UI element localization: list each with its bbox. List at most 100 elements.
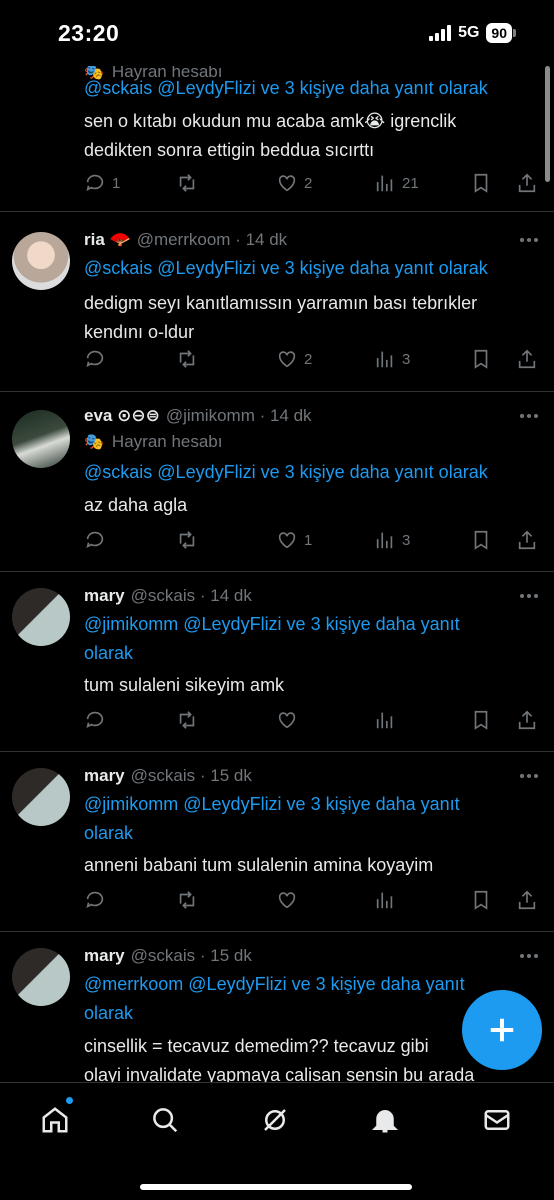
reply-button[interactable] xyxy=(84,889,106,911)
reply-button[interactable] xyxy=(84,529,106,551)
post-time: 14 dk xyxy=(210,586,252,605)
nav-home[interactable] xyxy=(38,1097,73,1137)
share-icon xyxy=(518,710,536,730)
author-handle[interactable]: @sckais xyxy=(131,766,196,786)
retweet-button[interactable] xyxy=(176,529,198,551)
author-name[interactable]: mary xyxy=(84,766,125,786)
nav-search[interactable] xyxy=(148,1103,182,1137)
like-button[interactable]: 2 xyxy=(276,172,312,194)
post-header: mary @sckais · 15 dk xyxy=(84,766,252,786)
nav-grok[interactable] xyxy=(258,1103,292,1137)
like-button[interactable]: 2 xyxy=(276,348,312,370)
more-options-button[interactable] xyxy=(520,414,538,418)
reply-post[interactable]: mary @sckais · 15 dk @jimikomm @LeydyFli… xyxy=(0,752,554,932)
bookmark-icon xyxy=(474,710,488,730)
scrollbar[interactable] xyxy=(545,66,550,182)
grok-icon xyxy=(264,1109,286,1131)
avatar[interactable] xyxy=(12,588,70,646)
reply-button[interactable] xyxy=(84,348,106,370)
nav-messages[interactable] xyxy=(480,1103,514,1137)
bookmark-button[interactable] xyxy=(470,172,492,194)
author-handle[interactable]: @merrkoom xyxy=(137,230,231,250)
share-icon xyxy=(518,349,536,369)
author-name[interactable]: mary xyxy=(84,946,125,966)
reply-button[interactable]: 1 xyxy=(84,172,120,194)
post-actions xyxy=(84,706,544,734)
post-time: 15 dk xyxy=(210,766,252,785)
reply-post[interactable]: mary @sckais · 14 dk @jimikomm @LeydyFli… xyxy=(0,572,554,752)
battery-level: 90 xyxy=(486,23,512,43)
like-button[interactable] xyxy=(276,709,298,731)
retweet-icon xyxy=(179,531,195,549)
replying-to[interactable]: @sckais @LeydyFlizi ve 3 kişiye daha yan… xyxy=(84,458,530,487)
post-header: eva ⊙⊖⊜ @jimikomm · 14 dk xyxy=(84,406,312,426)
reply-button[interactable] xyxy=(84,709,106,731)
avatar[interactable] xyxy=(12,232,70,290)
views-button[interactable]: 21 xyxy=(374,172,419,194)
timeline-feed[interactable]: 🎭 Hayran hesabı @sckais @LeydyFlizi ve 3… xyxy=(0,0,554,1082)
post-header: mary @sckais · 14 dk xyxy=(84,586,252,606)
replying-to[interactable]: @jimikomm @LeydyFlizi ve 3 kişiye daha y… xyxy=(84,610,530,668)
replying-to[interactable]: @sckais @LeydyFlizi ve 3 kişiye daha yan… xyxy=(84,74,530,103)
share-button[interactable] xyxy=(516,889,538,911)
bottom-navigation xyxy=(0,1082,554,1200)
bookmark-button[interactable] xyxy=(470,529,492,551)
views-button[interactable]: 3 xyxy=(374,529,410,551)
reply-icon xyxy=(86,174,104,191)
post-time: 15 dk xyxy=(210,946,252,965)
nav-notifications[interactable] xyxy=(368,1103,402,1137)
avatar[interactable] xyxy=(12,768,70,826)
share-button[interactable] xyxy=(516,529,538,551)
retweet-button[interactable] xyxy=(176,172,198,194)
retweet-icon xyxy=(179,350,195,368)
replying-to[interactable]: @sckais @LeydyFlizi ve 3 kişiye daha yan… xyxy=(84,254,530,283)
post-actions: 1 3 xyxy=(84,526,544,554)
reply-post[interactable]: ria 🪭 @merrkoom · 14 dk @sckais @LeydyFl… xyxy=(0,212,554,392)
avatar[interactable] xyxy=(12,410,70,468)
fan-account-label: 🎭 Hayran hesabı xyxy=(84,432,223,451)
views-icon xyxy=(376,175,393,192)
like-button[interactable] xyxy=(276,889,298,911)
retweet-button[interactable] xyxy=(176,348,198,370)
post-text: tum sulaleni sikeyim amk xyxy=(84,675,285,695)
bookmark-button[interactable] xyxy=(470,709,492,731)
bookmark-button[interactable] xyxy=(470,889,492,911)
more-options-button[interactable] xyxy=(520,594,538,598)
search-icon xyxy=(153,1108,178,1133)
post-header: mary @sckais · 15 dk xyxy=(84,946,252,966)
retweet-button[interactable] xyxy=(176,709,198,731)
compose-post-button[interactable] xyxy=(462,990,542,1070)
replying-to[interactable]: @jimikomm @LeydyFlizi ve 3 kişiye daha y… xyxy=(84,790,530,848)
author-name[interactable]: ria 🪭 xyxy=(84,230,131,250)
more-options-button[interactable] xyxy=(520,774,538,778)
share-button[interactable] xyxy=(516,709,538,731)
avatar[interactable] xyxy=(12,948,70,1006)
post-time: 14 dk xyxy=(245,230,288,249)
author-handle[interactable]: @jimikomm xyxy=(166,406,255,426)
bookmark-button[interactable] xyxy=(470,348,492,370)
home-indicator[interactable] xyxy=(140,1184,412,1190)
retweet-button[interactable] xyxy=(176,889,198,911)
share-icon xyxy=(518,173,536,193)
views-button[interactable] xyxy=(374,709,396,731)
heart-icon xyxy=(278,351,296,368)
reply-icon xyxy=(86,711,104,728)
more-options-button[interactable] xyxy=(520,954,538,958)
share-button[interactable] xyxy=(516,172,538,194)
post-text: az daha agla xyxy=(84,495,188,515)
bookmark-icon xyxy=(474,173,488,193)
post-header: ria 🪭 @merrkoom · 14 dk xyxy=(84,230,288,250)
retweet-icon xyxy=(179,891,195,909)
share-button[interactable] xyxy=(516,348,538,370)
views-icon xyxy=(376,712,393,729)
views-button[interactable]: 3 xyxy=(374,348,410,370)
reply-post[interactable]: eva ⊙⊖⊜ @jimikomm · 14 dk 🎭 Hayran hesab… xyxy=(0,392,554,572)
author-name[interactable]: eva ⊙⊖⊜ xyxy=(84,406,160,426)
author-handle[interactable]: @sckais xyxy=(131,946,196,966)
author-handle[interactable]: @sckais xyxy=(131,586,196,606)
like-button[interactable]: 1 xyxy=(276,529,312,551)
more-options-button[interactable] xyxy=(520,238,538,242)
post-actions: 1 2 21 xyxy=(84,169,544,197)
author-name[interactable]: mary xyxy=(84,586,125,606)
views-button[interactable] xyxy=(374,889,396,911)
